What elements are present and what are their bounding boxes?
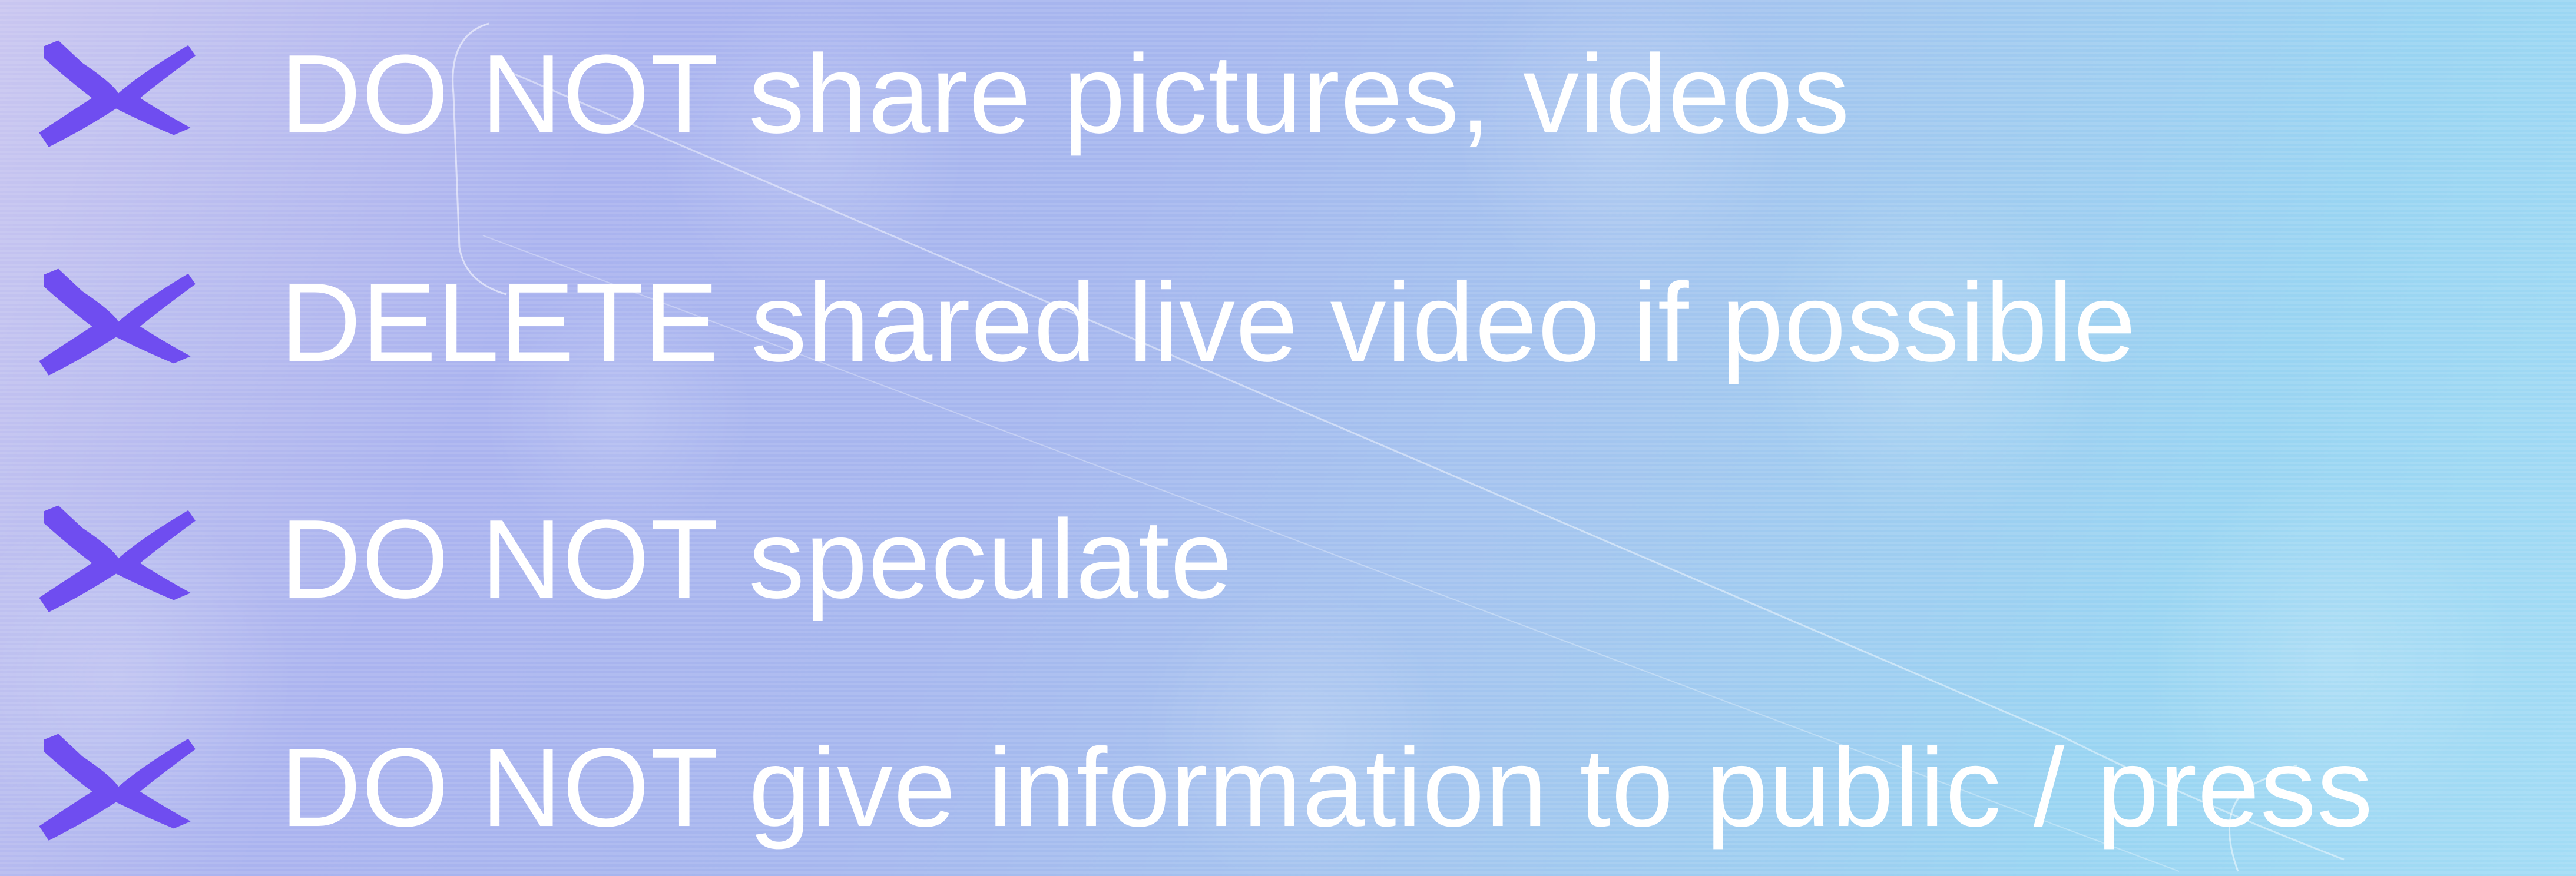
x-mark-icon	[39, 268, 196, 376]
list-item-emphasis: DO NOT	[280, 725, 717, 850]
list-item: DO NOT give information to public / pres…	[0, 717, 2576, 876]
list-item-text: DO NOT speculate	[280, 489, 1233, 630]
list-item-text: DELETE shared live video if possible	[280, 252, 2136, 393]
list-item: DO NOT speculate	[0, 489, 2576, 665]
list-item-rest: speculate	[749, 497, 1233, 622]
list-item: DO NOT share pictures, videos	[0, 24, 2576, 200]
list-item-emphasis: DO NOT	[280, 32, 717, 157]
list-item-rest: share pictures, videos	[749, 32, 1850, 157]
list-item-emphasis: DO NOT	[280, 497, 717, 622]
list-item-text: DO NOT give information to public / pres…	[280, 717, 2373, 858]
x-mark-icon	[39, 734, 196, 841]
list-item-emphasis: DELETE	[280, 260, 720, 385]
list-item: DELETE shared live video if possible	[0, 252, 2576, 429]
x-mark-icon	[39, 40, 196, 147]
slide: DO NOT share pictures, videos DELETE sha…	[0, 0, 2576, 876]
list-item-rest: give information to public / press	[749, 725, 2373, 850]
list-item-text: DO NOT share pictures, videos	[280, 24, 1850, 165]
x-mark-icon	[39, 505, 196, 612]
list-item-rest: shared live video if possible	[750, 260, 2137, 385]
